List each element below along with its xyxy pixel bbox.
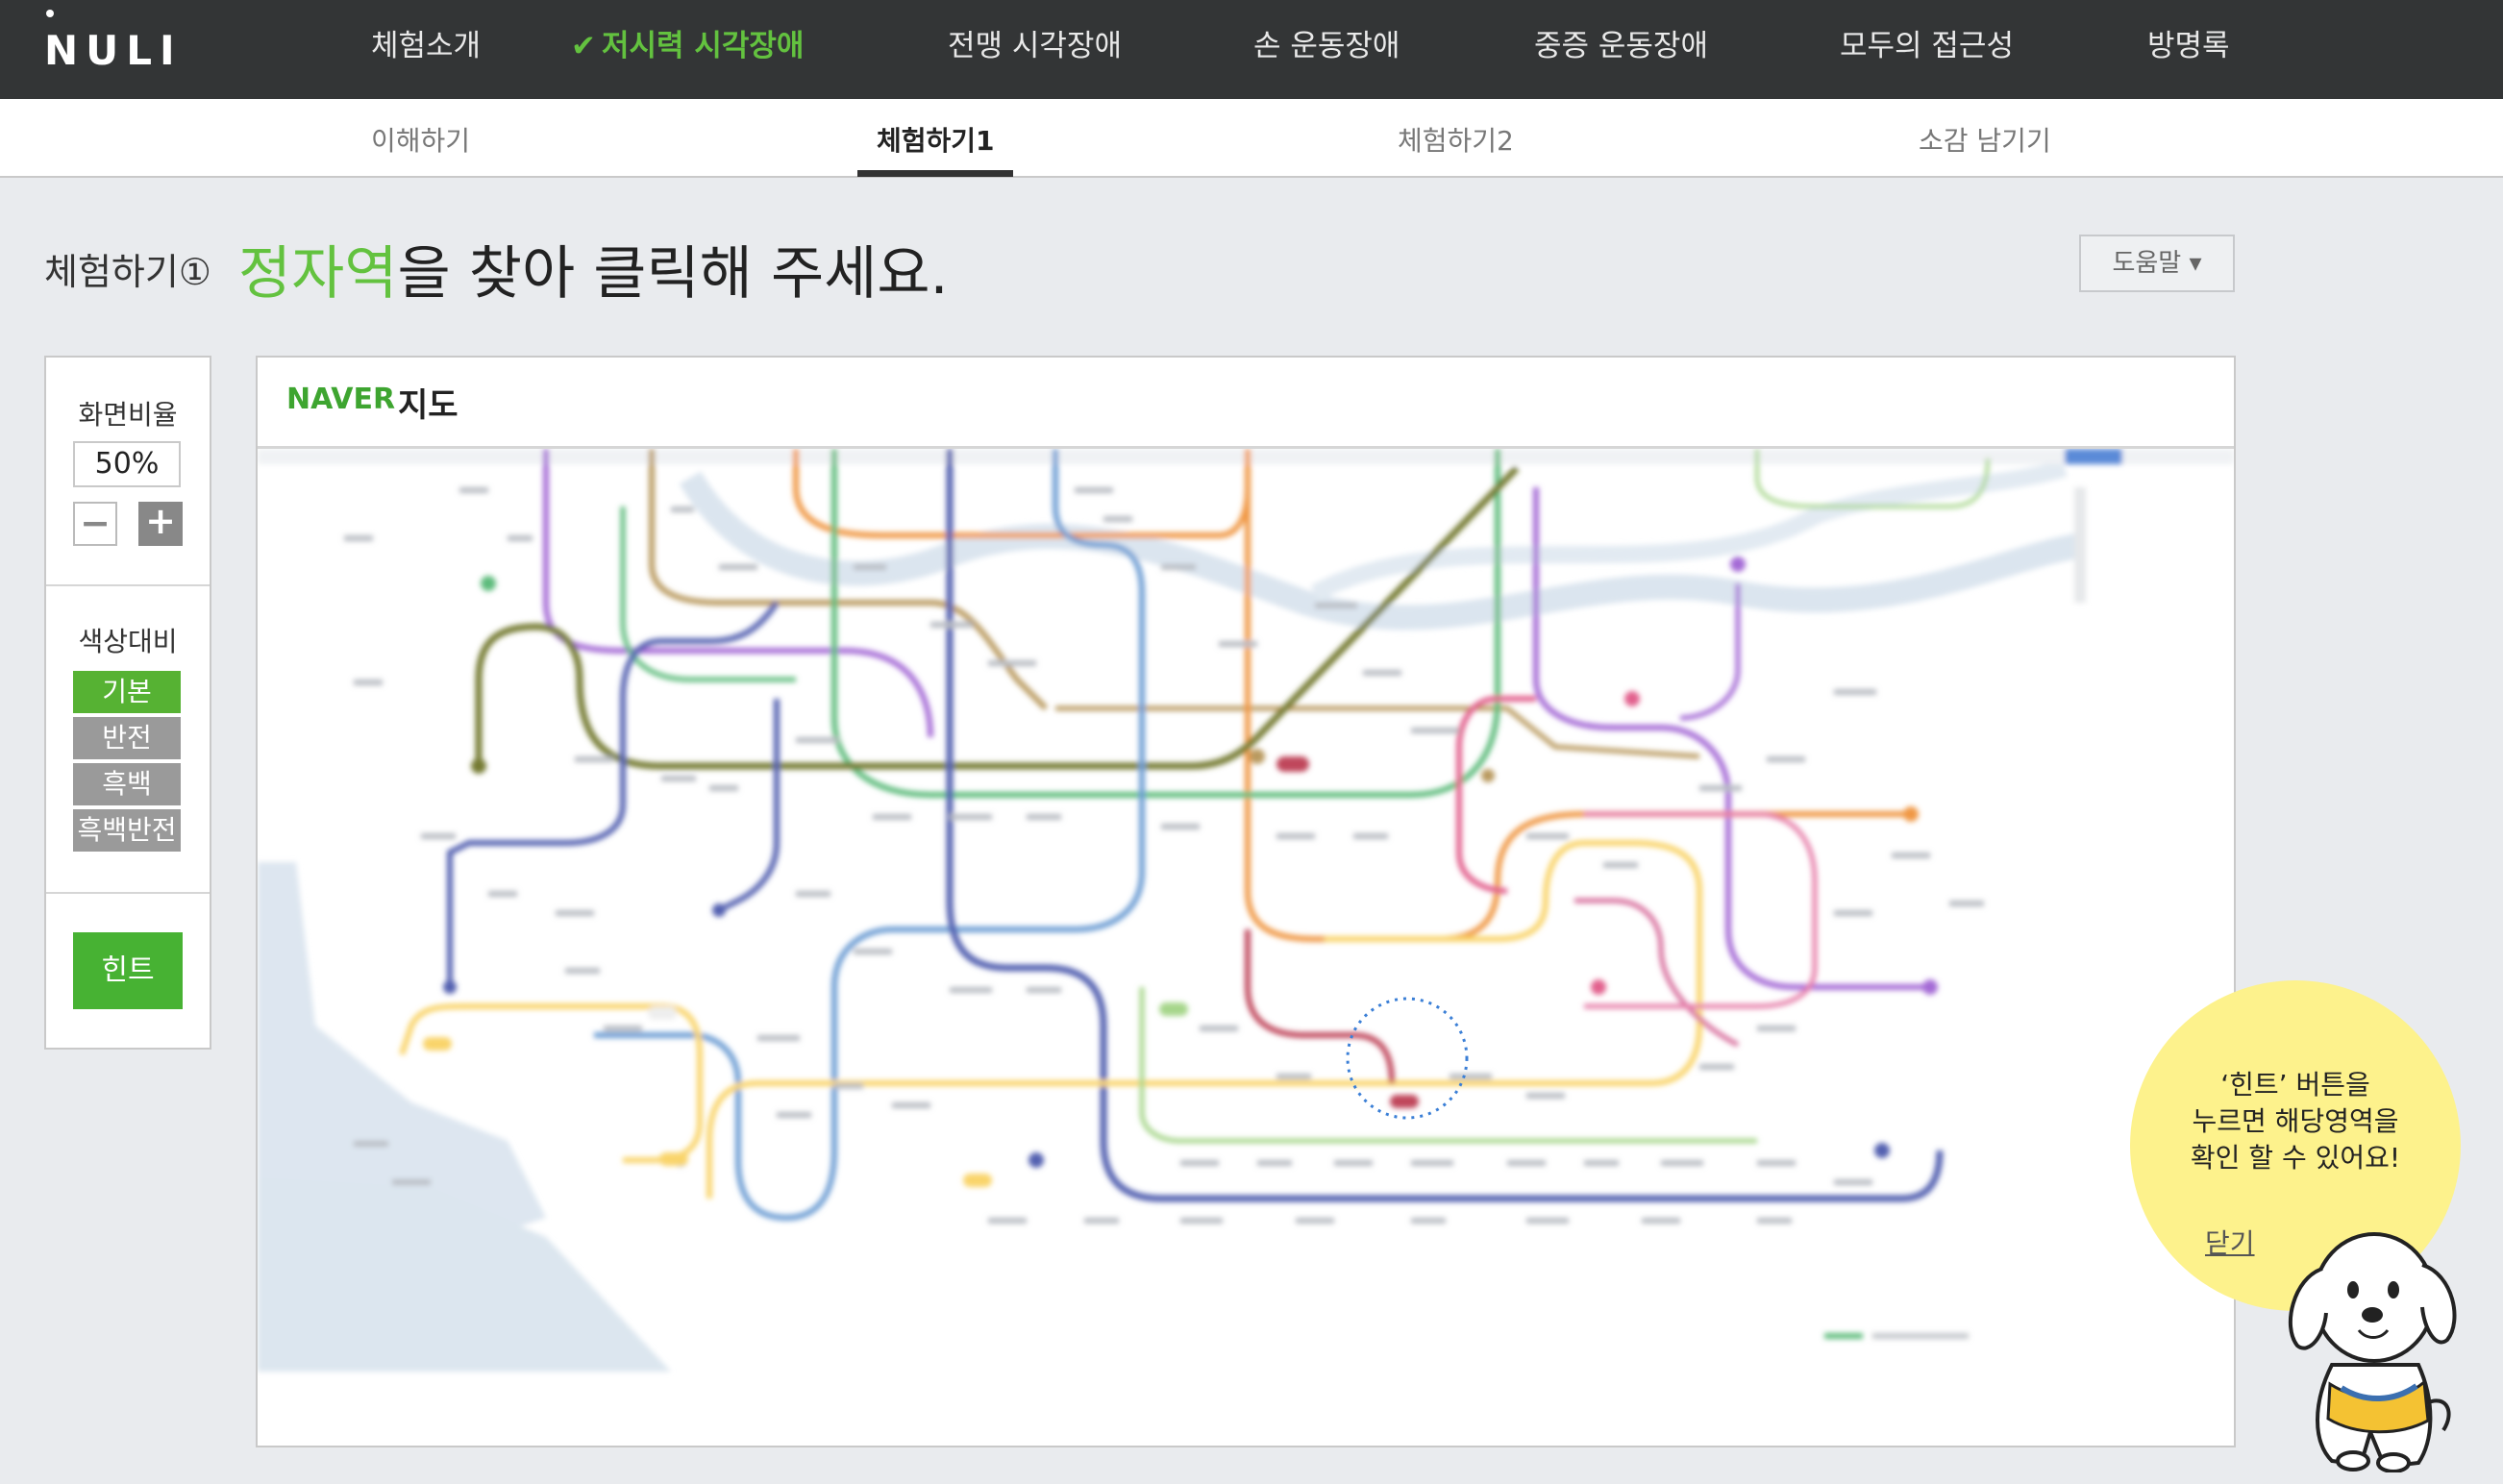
hint-message: ‘힌트’ 버튼을 누르면 해당영역을 확인 할 수 있어요! [2144,1067,2447,1176]
contrast-grayscale-invert-button[interactable]: 흑백반전 [73,809,181,852]
dog-mascot-illustration [2288,1232,2457,1472]
contrast-invert-button[interactable]: 반전 [73,717,181,759]
map-title: 지도 [398,386,458,425]
page-heading: 체험하기① 정자역을 찾아 클릭해 주세요. [44,227,949,310]
hint-button[interactable]: 힌트 [73,932,183,1009]
hint-line-2: 누르면 해당영역을 [2192,1105,2399,1137]
settings-panel: 화면비율 50% − + 색상대비 기본 반전 흑백 흑백반전 힌트 [44,356,211,1050]
nav-item-blind[interactable]: 전맹 시각장애 [948,21,1122,64]
contrast-label: 색상대비 [78,626,178,657]
task-instruction: 정자역을 찾아 클릭해 주세요. [238,240,949,308]
nav-item-hand-motor[interactable]: 손 운동장애 [1253,21,1400,64]
tab-experience-1[interactable]: 체험하기1 [877,120,995,159]
naver-logo: NAVER [286,383,396,416]
hint-line-1: ‘힌트’ 버튼을 [2220,1069,2370,1101]
nav-item-intro[interactable]: 체험소개 [371,21,481,64]
nav-item-severe-motor[interactable]: 중증 운동장애 [1534,21,1708,64]
zoom-out-button[interactable]: − [73,502,117,546]
contrast-default-button[interactable]: 기본 [73,671,181,713]
nuli-logo[interactable]: NULI [44,27,183,74]
ratio-label: 화면비율 [78,399,178,431]
target-station: 정자역 [237,240,398,308]
nav-item-low-vision[interactable]: ✔ 저시력 시각장애 [571,21,804,64]
nav-item-accessibility[interactable]: 모두의 접근성 [1840,21,2014,64]
check-icon: ✔ [571,29,596,63]
zoom-in-button[interactable]: + [138,502,183,546]
nav-item-guestbook[interactable]: 방명록 [2147,21,2230,64]
ratio-value: 50% [73,441,181,487]
tab-feedback[interactable]: 소감 남기기 [1919,120,2051,159]
nav-item-low-vision-label: 저시력 시각장애 [601,29,805,63]
step-label: 체험하기① [44,251,211,293]
contrast-grayscale-button[interactable]: 흑백 [73,763,181,805]
panel-divider [46,892,210,894]
top-navigation: NULI 체험소개 ✔ 저시력 시각장애 전맹 시각장애 손 운동장애 중증 운동… [0,0,2503,99]
logo-dot [46,10,54,17]
subway-map[interactable] [258,449,2234,1445]
map-header: NAVER 지도 [258,358,2234,449]
tab-understand[interactable]: 이해하기 [371,120,470,159]
sub-navigation: 이해하기 체험하기1 체험하기2 소감 남기기 [0,99,2503,178]
help-dropdown-button[interactable]: 도움말 ▾ [2079,235,2235,292]
hint-line-3: 확인 할 수 있어요! [2190,1142,2401,1174]
map-panel: NAVER 지도 [256,356,2236,1447]
task-instruction-rest: 을 찾아 클릭해 주세요. [397,240,949,308]
panel-divider [46,584,210,586]
tab-experience-2[interactable]: 체험하기2 [1398,120,1514,159]
active-tab-underline [857,170,1013,177]
hint-close-link[interactable]: 닫기 [2205,1223,2255,1261]
